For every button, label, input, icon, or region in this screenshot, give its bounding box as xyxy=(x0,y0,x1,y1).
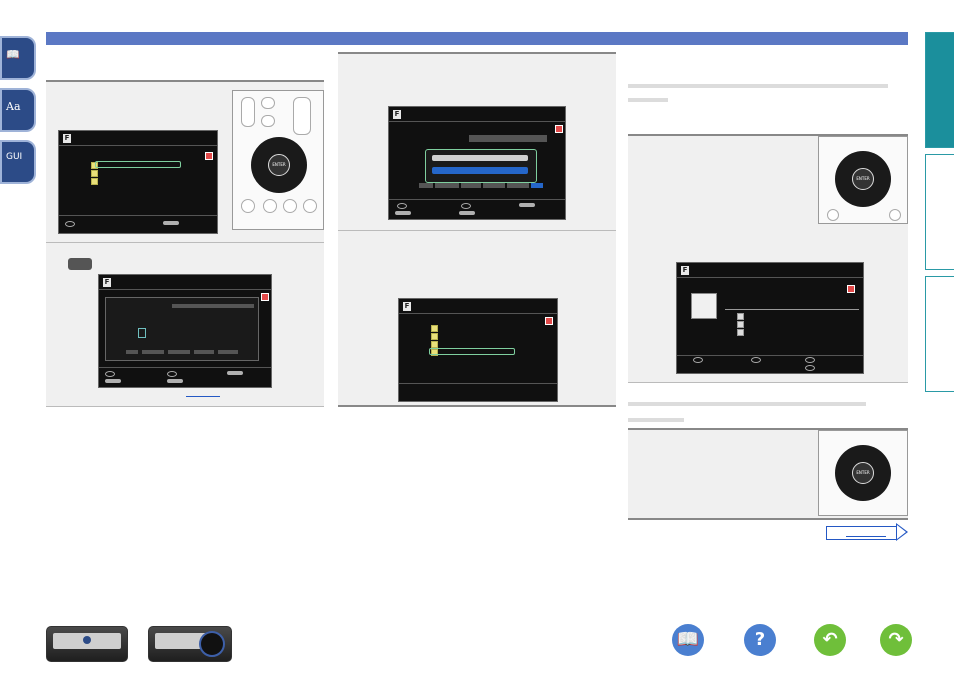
done-key[interactable] xyxy=(531,183,543,188)
remote-key-icon xyxy=(397,203,407,209)
side-tab-active[interactable] xyxy=(925,32,954,148)
gui-icon[interactable]: GUI xyxy=(0,140,36,184)
close-icon[interactable] xyxy=(555,125,563,133)
side-tab-3[interactable] xyxy=(925,276,954,392)
remote-key-icon xyxy=(167,371,177,377)
remote-key-icon xyxy=(461,203,471,209)
selection-highlight[interactable] xyxy=(95,161,181,168)
heading-bar xyxy=(628,402,866,406)
footer-key xyxy=(163,221,179,225)
step-badge xyxy=(68,258,92,270)
remote-key-icon xyxy=(805,357,815,363)
enter-button[interactable]: ENTER xyxy=(268,154,290,176)
close-icon[interactable] xyxy=(847,285,855,293)
list-item-icon xyxy=(431,341,438,348)
close-icon[interactable] xyxy=(261,293,269,301)
amplifier-device-icon[interactable] xyxy=(46,626,128,662)
remote-key-icon xyxy=(805,365,815,371)
gui-screen-5: F xyxy=(676,262,864,374)
top-banner xyxy=(46,32,908,45)
footer-key xyxy=(395,211,411,215)
selection-highlight[interactable] xyxy=(429,348,515,355)
book-icon[interactable]: 📖 xyxy=(0,36,36,80)
reference-link[interactable] xyxy=(186,396,220,397)
album-art-icon xyxy=(691,293,717,319)
receiver-device-icon[interactable] xyxy=(148,626,232,662)
list-item-icon xyxy=(737,321,744,328)
footer-key xyxy=(519,203,535,207)
dictionary-icon[interactable]: Aa xyxy=(0,88,36,132)
side-tab-2[interactable] xyxy=(925,154,954,270)
continue-button[interactable] xyxy=(826,526,897,540)
heading-bar xyxy=(628,84,888,88)
heading-bar xyxy=(628,98,668,102)
keyboard-dialog xyxy=(105,297,259,361)
manual-icon[interactable]: 📖 xyxy=(672,624,704,656)
dialog-field xyxy=(432,155,528,161)
list-item-icon xyxy=(91,178,98,185)
gui-screen-3: F xyxy=(388,106,566,220)
remote-key-icon xyxy=(693,357,703,363)
footer-key xyxy=(459,211,475,215)
footer-key xyxy=(105,379,121,383)
footer-key xyxy=(167,379,183,383)
list-item-icon xyxy=(431,333,438,340)
remote-key-icon xyxy=(65,221,75,227)
footer-key xyxy=(227,371,243,375)
list-item-icon xyxy=(91,170,98,177)
gui-screen-4: F xyxy=(398,298,558,402)
gui-screen-1: F xyxy=(58,130,218,234)
close-icon[interactable] xyxy=(545,317,553,325)
remote-control-2: ENTER xyxy=(818,136,908,224)
list-item-icon xyxy=(737,329,744,336)
forward-icon[interactable]: ↷ xyxy=(880,624,912,656)
remote-control-1: ENTER xyxy=(232,90,324,230)
remote-control-3: ENTER xyxy=(818,430,908,516)
list-item-icon xyxy=(431,325,438,332)
text-field[interactable] xyxy=(469,135,547,142)
screen-logo: F xyxy=(63,134,71,143)
close-icon[interactable] xyxy=(205,152,213,160)
dialog-ok-button[interactable] xyxy=(432,167,528,174)
remote-key-icon xyxy=(751,357,761,363)
gui-screen-2: F xyxy=(98,274,272,388)
heading-bar xyxy=(628,418,684,422)
help-icon[interactable]: ? xyxy=(744,624,776,656)
remote-key-icon xyxy=(105,371,115,377)
back-icon[interactable]: ↶ xyxy=(814,624,846,656)
confirm-dialog xyxy=(425,149,537,183)
list-item-icon xyxy=(737,313,744,320)
